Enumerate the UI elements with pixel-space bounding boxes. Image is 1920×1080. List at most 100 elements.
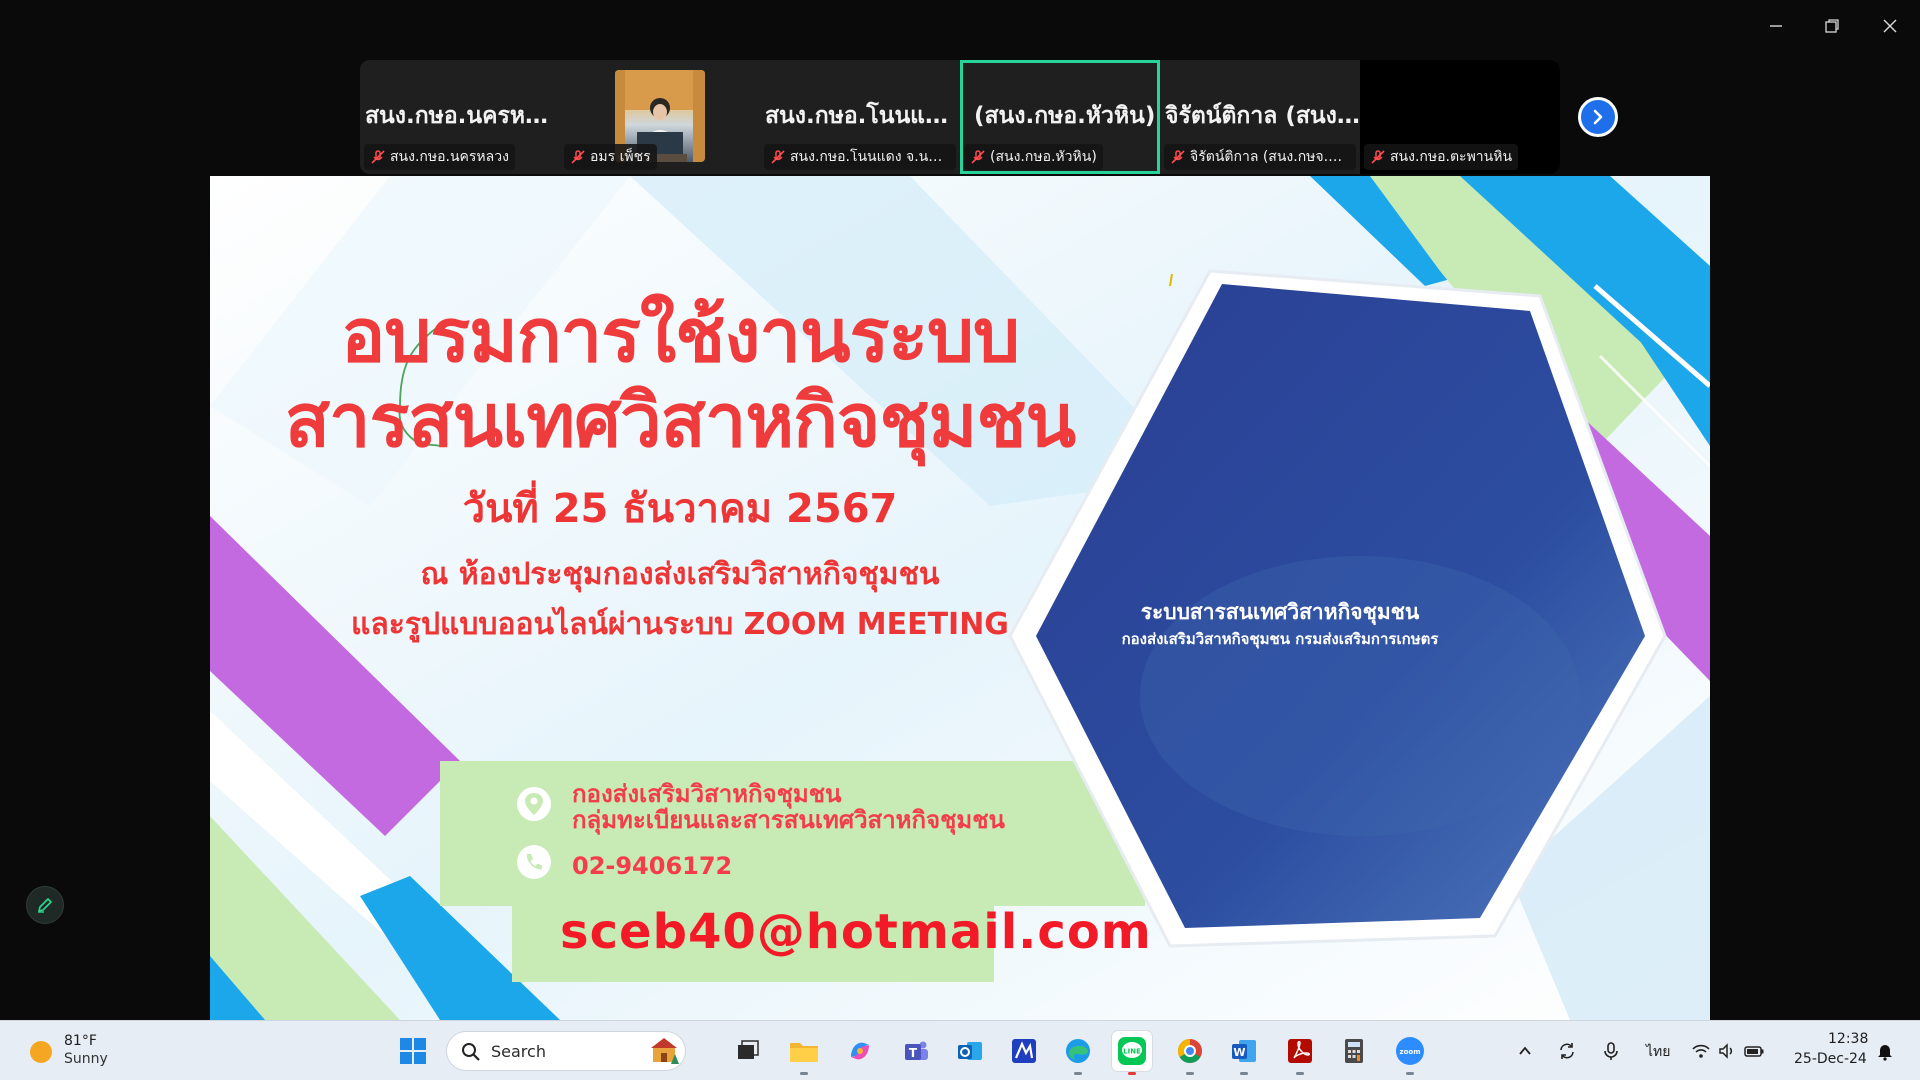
bell-icon [1878, 1045, 1892, 1061]
file-explorer-button[interactable] [784, 1031, 824, 1075]
participant-label: สนง.กษอ.โนนแดง จ.นครร... [764, 144, 956, 170]
task-view-button[interactable] [728, 1031, 768, 1071]
chevron-up-icon [1519, 1046, 1531, 1055]
taskbar-search-box[interactable]: Search [446, 1031, 686, 1071]
chevron-right-icon [1593, 109, 1603, 125]
hex-title: ระบบสารสนเทศวิสาหกิจชุมชน [1140, 600, 1420, 624]
file-explorer-icon [790, 1043, 818, 1062]
windows-taskbar: 81°F Sunny Search T LINE W zoom ไทย 12:3… [0, 1020, 1920, 1080]
word-icon: W [1232, 1040, 1256, 1062]
weather-temp: 81°F [64, 1033, 97, 1049]
participant-label: สนง.กษอ.ตะพานหิน [1364, 144, 1519, 170]
svg-text:W: W [1233, 1046, 1245, 1059]
close-button[interactable] [1870, 10, 1910, 42]
search-label: Search [491, 1042, 546, 1061]
wifi-icon [1692, 1044, 1710, 1058]
participant-tile[interactable]: สนง.กษอ.ตะพานหิน [1360, 60, 1560, 174]
participant-label: (สนง.กษอ.หัวหิน) [964, 144, 1103, 170]
minimize-icon [1770, 25, 1782, 27]
microphone-button[interactable] [1596, 1031, 1626, 1071]
edge-icon [1066, 1039, 1090, 1063]
contact-email: sceb40@hotmail.com [560, 904, 1152, 960]
participant-tile[interactable]: อมร เพ็ชร [560, 60, 760, 174]
hex-subtitle: กองส่งเสริมวิสาหกิจชุมชน กรมส่งเสริมการเ… [1121, 630, 1439, 648]
teams-icon: T [905, 1041, 928, 1060]
acrobat-button[interactable] [1280, 1031, 1320, 1075]
participant-label-text: สนง.กษอ.นครหลวง [390, 149, 509, 165]
participant-label-text: (สนง.กษอ.หัวหิน) [990, 149, 1097, 165]
show-hidden-icons-button[interactable] [1510, 1031, 1540, 1071]
copilot-button[interactable] [840, 1031, 880, 1071]
copilot-icon [851, 1042, 869, 1060]
outlook-button[interactable] [950, 1031, 990, 1071]
contact-org-line2: กลุ่มทะเบียนและสารสนเทศวิสาหกิจชุมชน [572, 806, 1005, 834]
mic-muted-icon [1371, 150, 1385, 164]
notifications-button[interactable] [1870, 1031, 1900, 1071]
input-language[interactable]: ไทย [1646, 1041, 1670, 1063]
calculator-button[interactable] [1334, 1031, 1374, 1071]
minimize-button[interactable] [1756, 10, 1796, 42]
sync-button[interactable] [1552, 1031, 1582, 1071]
participant-label-text: สนง.กษอ.ตะพานหิน [1390, 149, 1513, 165]
word-button[interactable]: W [1224, 1031, 1264, 1075]
participant-label-text: สนง.กษอ.โนนแดง จ.นครร... [790, 149, 956, 165]
shared-screen-slide: อบรมการใช้งานระบบ สารสนเทศวิสาหกิจชุมชน … [210, 176, 1710, 1020]
sun-icon [30, 1041, 52, 1063]
next-participants-button[interactable] [1578, 97, 1618, 137]
close-icon [1883, 19, 1897, 33]
search-icon [462, 1043, 480, 1061]
widgets-icon [651, 1038, 679, 1064]
zoom-icon: zoom [1396, 1037, 1424, 1065]
participant-tile[interactable]: จิรัตน์ติกาล (สนง.... จิรัตน์ติกาล (สนง.… [1160, 60, 1360, 174]
network-volume-battery-button[interactable] [1686, 1031, 1770, 1071]
slide-title-line2: สารสนเทศวิสาหกิจชุมชน [284, 378, 1076, 464]
phone-icon [516, 844, 552, 880]
chrome-button[interactable] [1170, 1031, 1210, 1075]
weather-desc: Sunny [64, 1051, 108, 1067]
slide-venue-line1: ณ ห้องประชุมกองส่งเสริมวิสาหกิจชุมชน [420, 557, 940, 592]
slide-date: วันที่ 25 ธันวาคม 2567 [462, 486, 898, 532]
participant-tile-active-speaker[interactable]: (สนง.กษอ.หัวหิน) (สนง.กษอ.หัวหิน) [960, 60, 1160, 174]
design-app-icon [1012, 1039, 1036, 1063]
restore-button[interactable] [1812, 10, 1852, 42]
clock-time[interactable]: 12:38 [1828, 1031, 1868, 1047]
chrome-icon [1177, 1039, 1202, 1064]
participant-strip: สนง.กษอ.นครหลวง สนง.กษอ.นครหลวง อมร เพ็ช… [360, 60, 1560, 174]
zoom-button[interactable]: zoom [1390, 1031, 1430, 1075]
battery-icon [1744, 1046, 1764, 1057]
pen-icon [38, 898, 52, 913]
design-app-button[interactable] [1004, 1031, 1044, 1071]
participant-label-text: อมร เพ็ชร [590, 149, 651, 165]
svg-text:T: T [909, 1046, 918, 1060]
participant-label: สนง.กษอ.นครหลวง [364, 144, 515, 170]
restore-icon [1825, 19, 1839, 33]
mic-muted-icon [571, 150, 585, 164]
svg-text:zoom: zoom [1400, 1048, 1421, 1056]
outlook-icon [958, 1042, 982, 1060]
calculator-icon [1345, 1039, 1363, 1063]
teams-button[interactable]: T [896, 1031, 936, 1071]
clock-date[interactable]: 25-Dec-24 [1794, 1051, 1867, 1067]
edge-button[interactable] [1058, 1031, 1098, 1075]
slide-venue-line2: และรูปแบบออนไลน์ผ่านระบบ ZOOM MEETING [351, 607, 1009, 642]
participant-name: สนง.กษอ.นครหลวง [365, 103, 560, 129]
line-button[interactable]: LINE [1112, 1031, 1152, 1075]
annotate-button[interactable] [26, 886, 64, 924]
participant-tile[interactable]: สนง.กษอ.โนนแด... สนง.กษอ.โนนแดง จ.นครร..… [760, 60, 960, 174]
sync-icon [1560, 1043, 1574, 1059]
line-icon: LINE [1118, 1037, 1146, 1065]
start-button[interactable] [393, 1031, 433, 1071]
mic-muted-icon [971, 150, 985, 164]
microphone-icon [1604, 1042, 1618, 1060]
zoom-meeting-window: สนง.กษอ.นครหลวง สนง.กษอ.นครหลวง อมร เพ็ช… [0, 0, 1920, 1080]
acrobat-icon [1288, 1039, 1312, 1063]
start-icon [400, 1038, 426, 1064]
participant-label: อมร เพ็ชร [564, 144, 657, 170]
contact-phone: 02-9406172 [572, 852, 733, 880]
task-view-icon [738, 1040, 759, 1059]
participant-label: จิรัตน์ติกาล (สนง.กษจ.ตรัง) [1164, 144, 1356, 170]
participant-tile[interactable]: สนง.กษอ.นครหลวง สนง.กษอ.นครหลวง [360, 60, 560, 174]
participant-name: จิรัตน์ติกาล (สนง.... [1165, 103, 1360, 129]
mic-muted-icon [1171, 150, 1185, 164]
svg-text:LINE: LINE [1123, 1048, 1141, 1056]
